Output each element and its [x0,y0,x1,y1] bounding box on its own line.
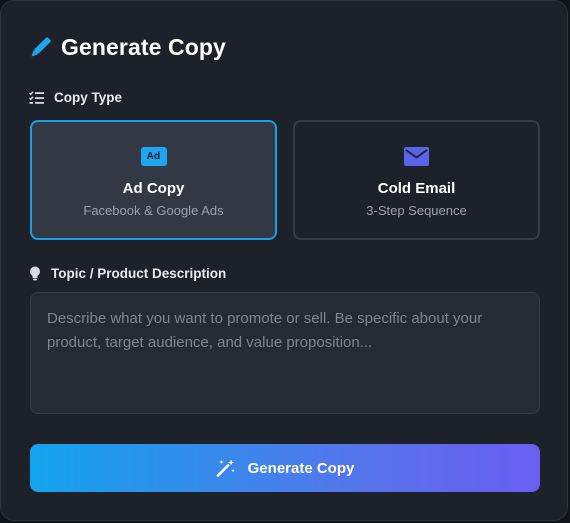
checklist-icon [29,91,44,104]
copy-type-option-cold-email[interactable]: Cold Email 3-Step Sequence [293,120,540,240]
page-title: Generate Copy [61,34,226,60]
option-subtitle: 3-Step Sequence [366,203,467,218]
topic-description-input[interactable] [30,292,540,414]
topic-label-text: Topic / Product Description [51,266,227,281]
ad-icon: Ad [140,146,167,166]
generate-copy-panel: Generate Copy Copy Type Ad Ad Copy Faceb… [0,0,568,521]
copy-type-label: Copy Type [29,90,122,105]
envelope-icon [404,146,429,166]
copy-type-label-text: Copy Type [54,90,123,105]
option-title: Cold Email [377,180,456,197]
pencil-icon [29,36,51,60]
ad-icon-text: Ad [146,150,161,162]
ad-icon-wrap: Ad [140,144,167,168]
option-title: Ad Copy [122,180,185,197]
envelope-icon-wrap [404,144,429,168]
option-subtitle: Facebook & Google Ads [83,203,224,218]
generate-button-label: Generate Copy [247,459,355,477]
generate-copy-button[interactable]: Generate Copy [30,444,540,492]
copy-type-option-ad-copy[interactable]: Ad Ad Copy Facebook & Google Ads [30,120,277,240]
magic-wand-icon [216,459,236,477]
panel-header: Generate Copy [29,34,226,61]
lightbulb-icon [29,266,41,281]
topic-label: Topic / Product Description [29,266,226,281]
